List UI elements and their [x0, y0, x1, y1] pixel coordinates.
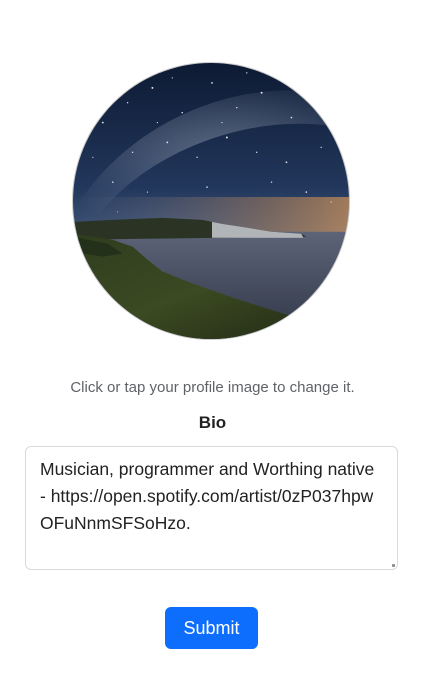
profile-edit-page: Click or tap your profile image to chang… [0, 0, 425, 680]
profile-image-hint: Click or tap your profile image to chang… [70, 379, 355, 396]
submit-button[interactable]: Submit [165, 607, 258, 649]
bio-text: Musician, programmer and Worthing native… [40, 459, 375, 533]
profile-image[interactable] [72, 62, 350, 340]
profile-image-photo [73, 63, 349, 339]
resize-handle-icon[interactable] [392, 564, 395, 567]
bio-label: Bio [198, 413, 227, 432]
bio-textarea[interactable]: Musician, programmer and Worthing native… [25, 446, 398, 570]
